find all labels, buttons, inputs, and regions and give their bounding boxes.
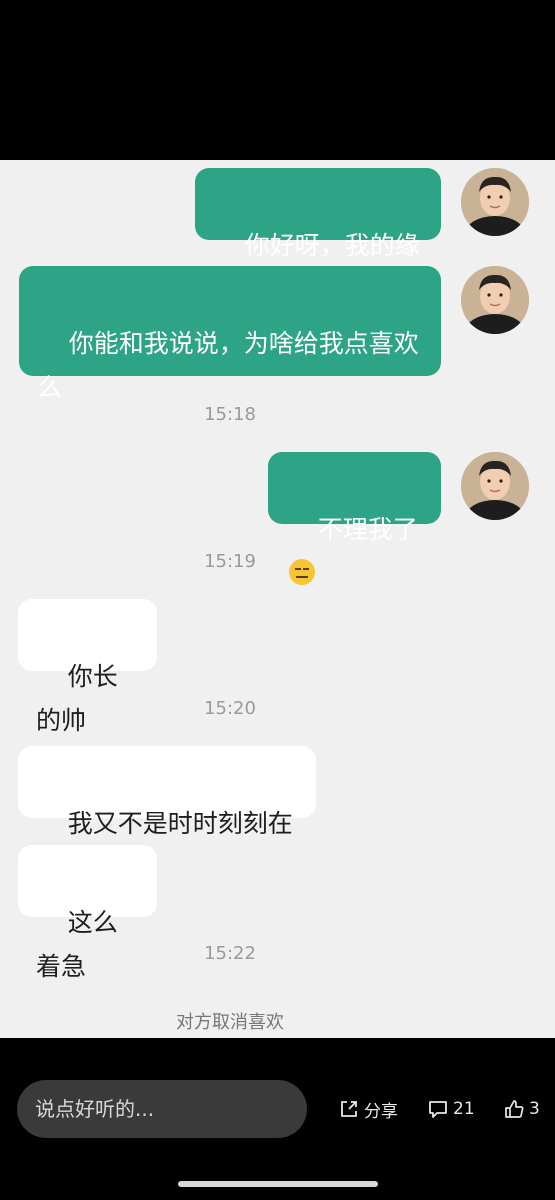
comment-icon <box>429 1101 447 1118</box>
message-bubble-sent[interactable]: 你好呀，我的缘分 <box>195 168 441 304</box>
message-bubble-received[interactable]: 我又不是时时刻刻在线 <box>18 746 316 882</box>
avatar[interactable] <box>461 266 529 334</box>
bottom-action-bar: 说点好听的... 分享 21 3 <box>0 1038 555 1200</box>
system-notice: 对方取消喜欢 <box>176 1012 284 1033</box>
comment-count: 21 <box>453 1099 475 1119</box>
message-timestamp: 15:22 <box>204 943 256 964</box>
message-timestamp: 15:20 <box>204 698 256 719</box>
message-bubble-sent[interactable]: 你能和我说说，为啥给我点喜欢 么 <box>19 266 441 402</box>
avatar[interactable] <box>461 452 529 520</box>
home-indicator[interactable] <box>178 1181 378 1187</box>
message-bubble-received[interactable]: 这么着急 <box>18 845 157 981</box>
chat-thread[interactable]: 你好呀，我的缘分 你能和我说说，为啥给我点喜欢 么 15:18 不理我了 <box>0 160 555 1038</box>
share-button[interactable]: 分享 <box>338 1096 398 1122</box>
thumbs-up-icon <box>505 1100 524 1118</box>
message-timestamp: 15:18 <box>204 404 256 425</box>
like-button[interactable]: 3 <box>503 1096 540 1122</box>
message-bubble-sent[interactable]: 不理我了 <box>268 452 441 585</box>
message-bubble-received[interactable]: 你长的帅 <box>18 599 157 735</box>
message-text: 你能和我说说，为啥给我点喜欢 么 <box>37 329 419 402</box>
input-placeholder: 说点好听的... <box>35 1097 155 1121</box>
share-label: 分享 <box>364 1101 398 1122</box>
status-bar-area <box>0 0 555 160</box>
share-icon <box>341 1101 357 1117</box>
message-input[interactable]: 说点好听的... <box>17 1080 307 1138</box>
message-text: 不理我了 <box>317 515 418 544</box>
comment-button[interactable]: 21 <box>427 1096 475 1122</box>
message-timestamp: 15:19 <box>204 551 256 572</box>
like-count: 3 <box>529 1099 540 1119</box>
avatar[interactable] <box>461 168 529 236</box>
